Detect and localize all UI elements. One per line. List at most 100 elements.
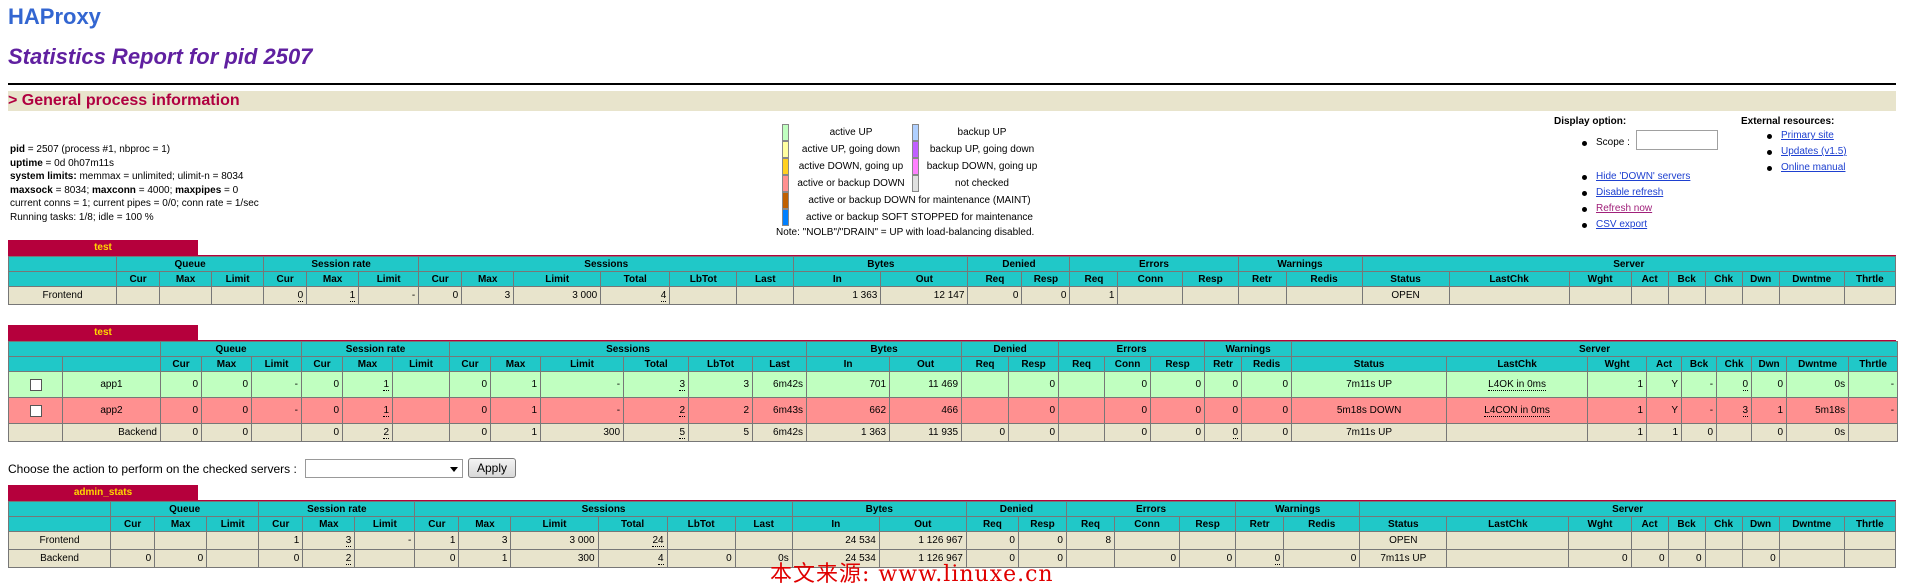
table-cell: 5m18s [1786, 397, 1850, 424]
table-cell: 0 [1104, 371, 1152, 398]
table-cell: 300 [540, 423, 625, 442]
legend-swatch [782, 124, 789, 141]
table-cell: 0 [414, 549, 460, 568]
table-cell: 0s [1786, 423, 1850, 442]
proxy-name: test [8, 240, 198, 256]
column-header: Dwntme [1786, 356, 1850, 372]
table-cell [1179, 531, 1237, 550]
table-cell: 0 [201, 371, 252, 398]
primary-site-link[interactable]: Primary site [1781, 130, 1834, 141]
disable-refresh-link[interactable]: Disable refresh [1596, 187, 1663, 198]
table-cell [1630, 531, 1669, 550]
checkbox-cell [8, 423, 63, 442]
external-title: External resources: [1741, 116, 1835, 127]
column-group-header: Session rate [263, 256, 420, 272]
scope-input[interactable] [1636, 130, 1718, 150]
table-cell: 0 [967, 286, 1023, 305]
table-cell [159, 286, 213, 305]
hide-down-link[interactable]: Hide 'DOWN' servers [1596, 171, 1690, 182]
table-cell [1704, 286, 1743, 305]
legend-label: active UP [829, 127, 873, 138]
table-cell: 1 [458, 549, 512, 568]
action-select[interactable] [305, 459, 463, 478]
online-manual-link[interactable]: Online manual [1781, 162, 1845, 173]
apply-button[interactable]: Apply [468, 458, 516, 478]
legend-swatch [782, 141, 789, 158]
table-cell: 0 [301, 423, 344, 442]
column-header: Last [752, 356, 808, 372]
table-cell: 0 [449, 397, 492, 424]
refresh-now-link[interactable]: Refresh now [1596, 203, 1652, 214]
table-cell: OPEN [1359, 531, 1448, 550]
table-cell: 1 [306, 286, 360, 305]
column-header: Max [461, 271, 515, 287]
csv-export-link[interactable]: CSV export [1596, 219, 1647, 230]
row-name: app2 [62, 397, 161, 424]
table-cell: 0 [1741, 549, 1780, 568]
column-header: Max [458, 516, 512, 532]
column-header: Cur [116, 271, 161, 287]
column-group-header: Denied [967, 256, 1071, 272]
legend-swatch [912, 141, 919, 158]
uptime-label: uptime [10, 157, 43, 169]
table-cell: 2 [623, 397, 690, 424]
maxpipes-label: maxpipes [175, 184, 222, 196]
maxsock-value: = 8034; [52, 184, 93, 196]
column-header: Bck [1667, 516, 1706, 532]
column-group-header: Bytes [806, 341, 963, 357]
table-cell: 1 [490, 423, 542, 442]
column-header: Bck [1681, 356, 1718, 372]
legend-swatch [912, 124, 919, 141]
column-header: Last [734, 516, 793, 532]
table-cell [1058, 397, 1106, 424]
server-checkbox[interactable] [29, 378, 42, 391]
table-cell: 0 [1681, 423, 1718, 442]
column-header: Limit [250, 356, 303, 372]
table-cell [1114, 531, 1181, 550]
table-cell [1237, 286, 1287, 305]
table-cell [211, 286, 265, 305]
cell-value: 1 [349, 290, 356, 302]
legend-label: active or backup DOWN for maintenance (M… [808, 195, 1031, 206]
column-header: Out [880, 271, 969, 287]
table-cell: 0 [160, 371, 202, 398]
table-cell: 0 [1017, 531, 1067, 550]
column-header: Retr [1237, 271, 1287, 287]
bullet-icon [1767, 150, 1772, 155]
table-row: app2 0 0-0 1 0 1-2 2 6m43s 662 466 0 0 0 0 0 5m18s DOWN… [8, 397, 1899, 424]
table-cell: 12 147 [880, 286, 969, 305]
column-header: Req [1069, 271, 1119, 287]
column-group-header: Queue [159, 341, 303, 357]
table-cell: 0s [1786, 371, 1850, 398]
cell-value: 3 [679, 379, 686, 391]
row-name: Frontend [7, 531, 112, 550]
cell-value: 2 [383, 427, 390, 439]
table-cell: 0 [1179, 549, 1237, 568]
limits-value: memmax = unlimited; ulimit-n = 8034 [76, 171, 244, 182]
column-group-header: Bytes [791, 501, 967, 517]
table-cell [1843, 531, 1897, 550]
table-cell: 0 [1008, 397, 1060, 424]
column-header: Retr [1235, 516, 1285, 532]
column-header: Max [302, 516, 356, 532]
table-cell [1065, 549, 1116, 568]
column-group-header: Sessions [449, 341, 808, 357]
table-cell: 3 [302, 531, 356, 550]
table-cell: 6m42s [752, 423, 808, 442]
updates-link[interactable]: Updates (v1.5) [1781, 146, 1847, 157]
table-cell: 2 [342, 423, 394, 442]
table-cell: OPEN [1361, 286, 1450, 305]
legend-label: active DOWN, going up [798, 161, 904, 172]
header-blank [62, 356, 161, 372]
table-cell: 1 [342, 371, 394, 398]
column-header: In [793, 271, 882, 287]
table-cell [1704, 531, 1743, 550]
table-row: Backend 0 0 0 2 0 1 300 5 5 6m42s 1 363 11 935 0 0 0 0 0 0… [8, 423, 1899, 442]
column-header: Resp [1179, 516, 1237, 532]
table-cell [392, 371, 451, 398]
table-cell: - [540, 371, 625, 398]
table-cell: 1 [490, 371, 542, 398]
server-checkbox[interactable] [29, 404, 42, 417]
table-cell [1117, 286, 1184, 305]
table-cell [1568, 531, 1632, 550]
